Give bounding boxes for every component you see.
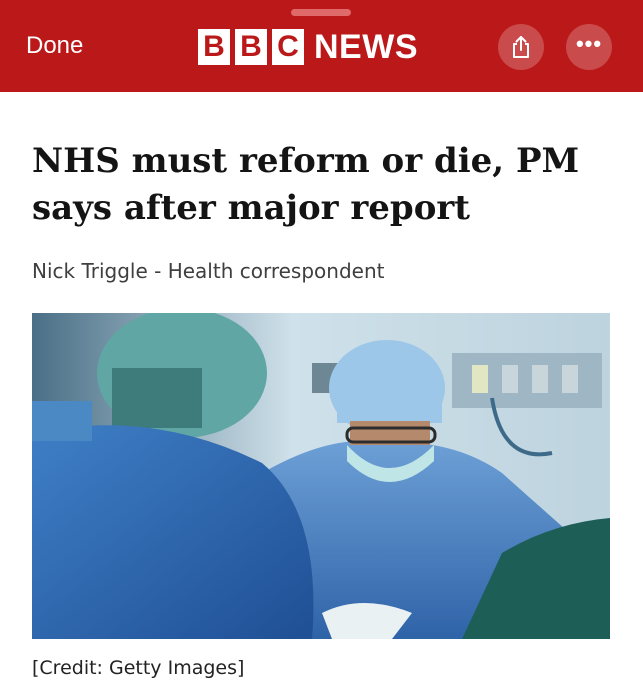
drag-handle[interactable] xyxy=(291,9,351,16)
bbc-news-logo: B B C NEWS xyxy=(198,28,418,66)
article-photo xyxy=(32,313,610,639)
logo-letter-b2: B xyxy=(235,29,267,65)
share-icon xyxy=(513,36,529,58)
image-credit: [Credit: Getty Images] xyxy=(32,657,245,679)
article-headline: NHS must reform or die, PM says after ma… xyxy=(32,141,580,228)
logo-letter-b1: B xyxy=(198,29,230,65)
logo-letter-c: C xyxy=(272,29,304,65)
share-button[interactable] xyxy=(498,24,544,70)
app-header: Done B B C NEWS ••• xyxy=(0,0,643,92)
more-options-button[interactable]: ••• xyxy=(566,24,612,70)
logo-word: NEWS xyxy=(314,27,418,66)
done-button[interactable]: Done xyxy=(26,32,83,60)
surgeons-photo-illustration xyxy=(32,313,610,639)
article-byline: Nick Triggle - Health correspondent xyxy=(32,259,385,283)
more-icon: ••• xyxy=(575,31,603,56)
